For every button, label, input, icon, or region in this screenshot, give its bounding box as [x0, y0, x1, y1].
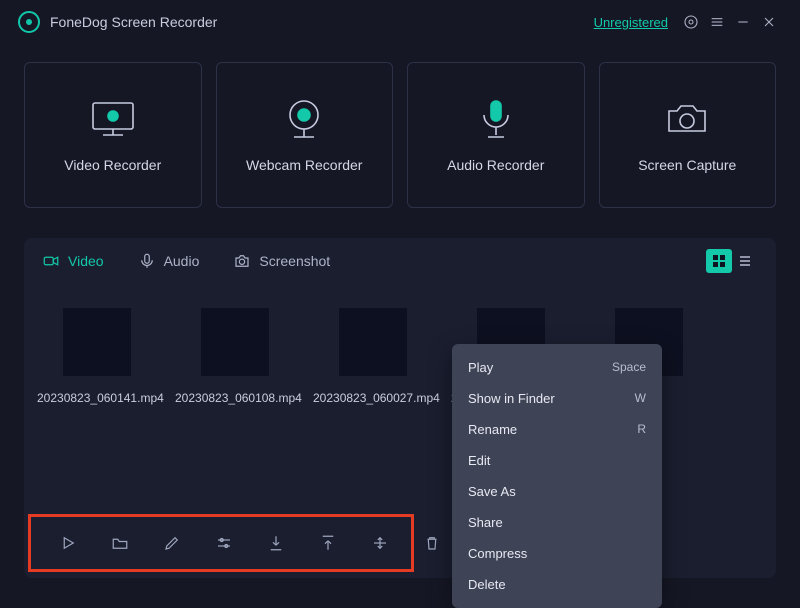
mode-cards-row: Video Recorder Webcam Recorder Audio Rec…	[0, 44, 800, 232]
app-logo-icon	[18, 11, 40, 33]
item-filename: 20230823_060027.mp4	[313, 390, 433, 406]
ctx-save-as[interactable]: Save As	[452, 476, 662, 507]
item-filename: 20230823_060141.mp4	[37, 390, 157, 406]
thumbnail-icon	[339, 308, 407, 376]
ctx-label: Show in Finder	[468, 391, 555, 406]
adjust-button[interactable]	[202, 526, 246, 560]
webcam-icon	[274, 97, 334, 141]
library-item[interactable]: 20230823_060027.mp4	[318, 308, 428, 406]
ctx-show-in-finder[interactable]: Show in Finder W	[452, 383, 662, 414]
tab-label: Video	[68, 253, 104, 269]
thumbnail-icon	[201, 308, 269, 376]
minimize-button[interactable]	[730, 9, 756, 35]
camera-icon	[657, 97, 717, 141]
import-button[interactable]	[254, 526, 298, 560]
ctx-rename[interactable]: Rename R	[452, 414, 662, 445]
thumbnail-icon	[63, 308, 131, 376]
mode-webcam-recorder[interactable]: Webcam Recorder	[216, 62, 394, 208]
open-folder-button[interactable]	[98, 526, 142, 560]
mode-label: Audio Recorder	[447, 157, 544, 173]
monitor-record-icon	[83, 97, 143, 141]
library-item[interactable]: 20230823_060141.mp4	[42, 308, 152, 406]
grid-view-button[interactable]	[706, 249, 732, 273]
item-filename: 20230823_060108.mp4	[175, 390, 295, 406]
library-item[interactable]: 20230823_060108.mp4	[180, 308, 290, 406]
ctx-delete[interactable]: Delete	[452, 569, 662, 600]
view-toggle	[706, 249, 758, 273]
menu-icon[interactable]	[704, 9, 730, 35]
thumbnail-grid: 20230823_060141.mp4 20230823_060108.mp4 …	[24, 284, 776, 406]
ctx-play[interactable]: Play Space	[452, 352, 662, 383]
mode-screen-capture[interactable]: Screen Capture	[599, 62, 777, 208]
context-menu: Play Space Show in Finder W Rename R Edi…	[452, 344, 662, 608]
library-toolbar	[34, 520, 466, 566]
app-title: FoneDog Screen Recorder	[50, 14, 217, 30]
ctx-shortcut: W	[635, 391, 646, 406]
edit-button[interactable]	[150, 526, 194, 560]
tab-label: Screenshot	[259, 253, 330, 269]
ctx-label: Delete	[468, 577, 506, 592]
ctx-label: Rename	[468, 422, 517, 437]
microphone-icon	[466, 97, 526, 141]
video-icon	[42, 252, 60, 270]
mode-label: Video Recorder	[64, 157, 161, 173]
mic-small-icon	[138, 252, 156, 270]
ctx-label: Edit	[468, 453, 490, 468]
mode-audio-recorder[interactable]: Audio Recorder	[407, 62, 585, 208]
ctx-shortcut: R	[637, 422, 646, 437]
mode-video-recorder[interactable]: Video Recorder	[24, 62, 202, 208]
camera-small-icon	[233, 252, 251, 270]
ctx-compress[interactable]: Compress	[452, 538, 662, 569]
titlebar: FoneDog Screen Recorder Unregistered	[0, 0, 800, 44]
tab-screenshot[interactable]: Screenshot	[233, 252, 330, 270]
delete-button[interactable]	[410, 526, 454, 560]
library-tabs: Video Audio Screenshot	[24, 238, 776, 284]
mode-label: Screen Capture	[638, 157, 736, 173]
settings-gear-icon[interactable]	[678, 9, 704, 35]
tab-label: Audio	[164, 253, 200, 269]
ctx-label: Compress	[468, 546, 527, 561]
ctx-shortcut: Space	[612, 360, 646, 375]
trim-button[interactable]	[358, 526, 402, 560]
play-button[interactable]	[46, 526, 90, 560]
mode-label: Webcam Recorder	[246, 157, 362, 173]
ctx-label: Share	[468, 515, 503, 530]
unregistered-link[interactable]: Unregistered	[594, 15, 668, 30]
ctx-label: Save As	[468, 484, 516, 499]
export-button[interactable]	[306, 526, 350, 560]
ctx-edit[interactable]: Edit	[452, 445, 662, 476]
close-button[interactable]	[756, 9, 782, 35]
ctx-label: Play	[468, 360, 493, 375]
tab-video[interactable]: Video	[42, 252, 104, 270]
tab-audio[interactable]: Audio	[138, 252, 200, 270]
list-view-button[interactable]	[732, 249, 758, 273]
ctx-share[interactable]: Share	[452, 507, 662, 538]
library-panel: Video Audio Screenshot 20230823_0601	[24, 238, 776, 578]
